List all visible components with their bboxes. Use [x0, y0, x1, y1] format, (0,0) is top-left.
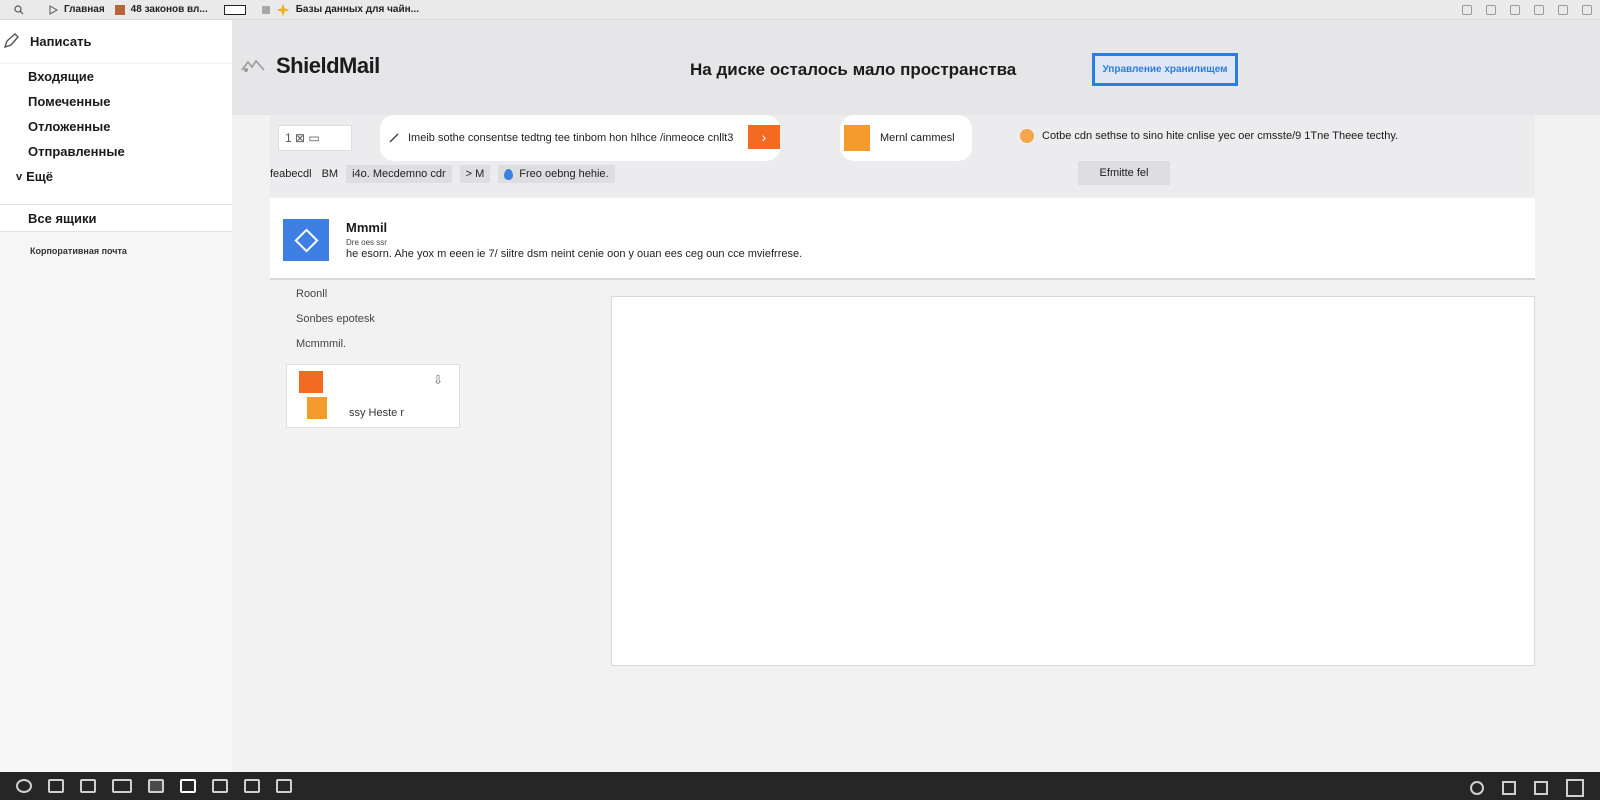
folder-icon	[261, 5, 270, 14]
system-tray	[1470, 779, 1584, 797]
app-logo-text: ShieldMail	[276, 53, 380, 78]
message-title: Mmmil	[346, 220, 388, 235]
message-subtitle: Dre oes ssr	[346, 238, 387, 247]
sidebar: Написать Входящие Помеченные Отложенные …	[0, 20, 232, 772]
filter-chip[interactable]: > M	[459, 165, 491, 183]
compose-button[interactable]: Написать	[0, 20, 232, 62]
folder-list: Входящие Помеченные Отложенные Отправлен…	[0, 64, 232, 224]
envelope-icon	[223, 4, 246, 15]
close-icon[interactable]	[1534, 5, 1544, 15]
star-icon	[276, 3, 290, 16]
attachment-card[interactable]: ⇩ ssy Heste r	[286, 364, 460, 428]
browser-controls	[1462, 0, 1592, 20]
keyboard-icon[interactable]	[112, 779, 132, 793]
files-icon[interactable]	[244, 779, 260, 793]
filter-chip[interactable]: Freo oebng hehie.	[498, 165, 615, 183]
smile-icon	[1020, 129, 1034, 143]
bookmark-label: Главная	[64, 4, 105, 15]
message-card[interactable]: Mmmil Dre oes ssr he esorn. Ahe yox m ee…	[270, 198, 1535, 280]
mail-toolbar: 1 ⊠ ▭ Imeib sothe consentse tedtng tee t…	[270, 115, 1535, 197]
attachment-icon	[299, 371, 323, 393]
filter-chip[interactable]: i4o. Mecdemno cdr	[346, 165, 452, 183]
bookmark-databases[interactable]: Базы данных для чайн...	[261, 3, 419, 17]
start-icon[interactable]	[16, 779, 32, 793]
sidebar-item-starred[interactable]: Помеченные	[0, 89, 232, 114]
plane-icon[interactable]	[48, 779, 64, 793]
compose-label: Написать	[30, 33, 92, 49]
attachment-name: ssy Heste r	[349, 407, 405, 419]
storage-warning-text: На диске осталось мало пространства	[690, 60, 1017, 79]
list-item[interactable]: Sonbes epotesk	[296, 313, 375, 338]
sidebar-item-label: Все ящики	[28, 210, 97, 226]
filter-row: feabecdl BM i4o. Mecdemno cdr > M Freo o…	[270, 161, 615, 187]
image-icon[interactable]	[276, 779, 292, 793]
sidebar-item-snoozed[interactable]: Отложенные	[0, 114, 232, 139]
action-pill-label: Mernl cammesl	[880, 132, 955, 144]
app-tile-icon	[844, 125, 870, 151]
file-icon	[307, 397, 327, 419]
message-body: he esorn. Ahe yox m eeen ie 7/ siitre ds…	[346, 248, 803, 260]
desktop-icon[interactable]	[1566, 779, 1584, 797]
play-icon	[49, 4, 58, 15]
book-icon	[114, 4, 125, 15]
drop-icon	[504, 168, 514, 180]
diamond-icon	[283, 219, 329, 261]
action-pill[interactable]: Mernl cammesl	[840, 115, 972, 161]
list-item[interactable]: Mcmmmil.	[296, 338, 375, 363]
pencil-icon	[389, 133, 399, 143]
network-icon[interactable]	[1470, 781, 1484, 795]
notice-text: Imeib sothe consentse tedtng tee tinbom …	[408, 132, 734, 144]
search-icon	[14, 4, 24, 14]
bookmark-48-laws[interactable]: 48 законов вл...	[114, 4, 208, 15]
chevron-right-icon[interactable]	[80, 779, 96, 793]
lock-icon[interactable]	[1486, 5, 1496, 15]
bookmark-home[interactable]: Главная	[48, 4, 105, 15]
bookmark-label: Базы данных для чайн...	[295, 4, 419, 15]
view-toggle[interactable]: 1 ⊠ ▭	[278, 125, 352, 151]
bookmark-label: 48 законов вл...	[130, 4, 208, 15]
sidebar-item-label: Входящие	[28, 69, 94, 84]
filter-button[interactable]: Efmitte fel	[1078, 161, 1170, 185]
sidebar-item-more[interactable]: v Ещё	[0, 164, 232, 189]
secondary-list: Roonll Sonbes epotesk Mcmmmil.	[296, 288, 375, 363]
os-taskbar	[0, 772, 1600, 800]
promo-text: Cotbe cdn sethse to sino hite cnlise yec…	[1042, 130, 1399, 142]
chevron-down-icon: v	[16, 170, 23, 183]
app-header: ShieldMail На диске осталось мало простр…	[232, 20, 1600, 115]
search-icon-wrap[interactable]	[14, 4, 24, 15]
sidebar-item-label: Ещё	[26, 169, 53, 184]
sidebar-item-all-mailboxes[interactable]: Все ящики	[0, 204, 232, 232]
filter-label[interactable]: BM	[322, 168, 339, 180]
preview-pane	[611, 296, 1535, 666]
download-icon[interactable]: ⇩	[433, 373, 443, 387]
app-icon[interactable]	[148, 779, 164, 793]
settings-icon[interactable]	[1582, 5, 1592, 15]
sidebar-item-label: Отложенные	[28, 119, 111, 134]
manage-storage-button[interactable]: Управление хранилищем	[1092, 53, 1238, 86]
terminal-icon[interactable]	[212, 779, 228, 793]
sidebar-item-sent[interactable]: Отправленные	[0, 139, 232, 164]
bookmark-icon[interactable]	[1510, 5, 1520, 15]
shield-logo-icon	[241, 59, 265, 72]
promo-banner: Cotbe cdn sethse to sino hite cnlise yec…	[1020, 129, 1398, 143]
list-item[interactable]: Roonll	[296, 288, 375, 313]
notice-pill[interactable]: Imeib sothe consentse tedtng tee tinbom …	[380, 115, 780, 161]
extension-icon[interactable]	[1462, 5, 1472, 15]
menu-icon[interactable]	[1558, 5, 1568, 15]
window-icon[interactable]	[180, 779, 196, 793]
browser-bookmarks-bar: Главная 48 законов вл... Базы данных для…	[0, 0, 1600, 20]
filter-chip-label: Freo oebng hehie.	[519, 168, 609, 180]
sidebar-item-label: Отправленные	[28, 144, 125, 159]
sidebar-item-inbox[interactable]: Входящие	[0, 64, 232, 89]
chevron-right-icon[interactable]: ›	[748, 125, 780, 149]
battery-icon[interactable]	[1534, 781, 1548, 795]
bookmark-mail[interactable]	[223, 4, 246, 15]
filter-label[interactable]: feabecdl	[270, 168, 312, 180]
sound-icon[interactable]	[1502, 781, 1516, 795]
sidebar-item-label: Помеченные	[28, 94, 111, 109]
pencil-icon	[3, 33, 19, 49]
corporate-mail-link[interactable]: Корпоративная почта	[30, 246, 127, 256]
